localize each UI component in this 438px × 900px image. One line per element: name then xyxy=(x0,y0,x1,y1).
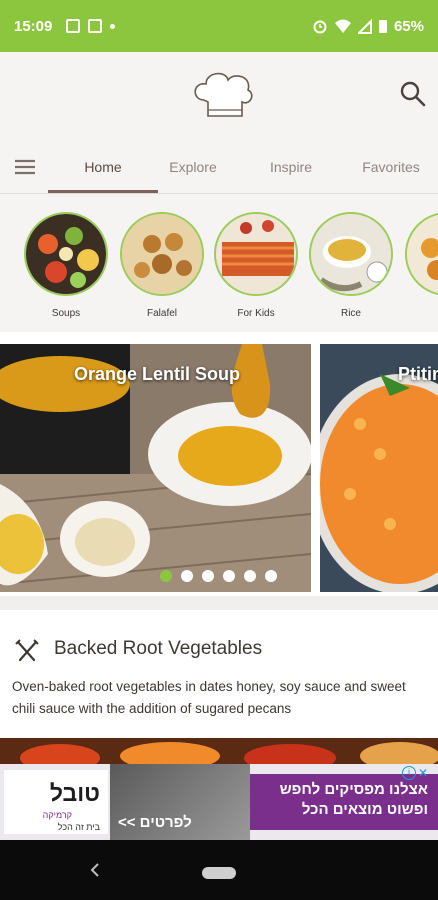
category-sp[interactable]: Sp xyxy=(405,212,438,319)
notification-icon xyxy=(66,19,81,33)
status-time: 15:09 xyxy=(14,17,53,35)
ad-headline: אצלנו מפסיקים לחפש ופשוט מוצאים הכל xyxy=(250,774,438,830)
slide-title: Ptitin xyxy=(398,364,438,384)
divider xyxy=(0,596,438,610)
recipe-description: Oven-baked root vegetables in dates hone… xyxy=(12,679,406,716)
pagination-dot[interactable] xyxy=(160,570,172,582)
ad-brand: טובל xyxy=(49,780,100,806)
fork-knife-icon xyxy=(15,639,39,662)
category-label: Sp xyxy=(405,308,438,319)
category-rice[interactable]: Rice xyxy=(309,212,393,319)
category-strip: Soups Falafel For Kids Rice xyxy=(0,194,438,332)
tab-active-indicator xyxy=(48,190,158,193)
category-image xyxy=(214,212,298,296)
ad-headline-line1: אצלנו מפסיקים לחפש xyxy=(279,781,428,798)
tab-favorites[interactable]: Favorites xyxy=(346,140,436,194)
ad-close-icon[interactable]: ✕ xyxy=(418,766,434,782)
pagination-dot[interactable] xyxy=(265,570,277,582)
ad-tagline: בית זה הכל xyxy=(57,822,100,832)
carousel-slide[interactable]: Ptitin xyxy=(320,344,438,592)
status-bar: 15:09 65% xyxy=(0,0,438,52)
search-icon[interactable] xyxy=(397,78,429,110)
system-nav-bar xyxy=(0,840,438,900)
category-label: Soups xyxy=(51,308,81,319)
tab-home[interactable]: Home xyxy=(48,140,158,194)
recipe-image[interactable] xyxy=(0,738,438,764)
carousel-slide[interactable]: Orange Lentil Soup xyxy=(0,344,311,592)
category-falafel[interactable]: Falafel xyxy=(120,212,204,319)
featured-carousel[interactable]: Orange Lentil Soup Ptitin xyxy=(0,344,438,596)
recipe-card[interactable]: Backed Root Vegetables Oven-baked root v… xyxy=(0,610,438,738)
wifi-icon xyxy=(334,19,351,33)
ad-banner[interactable]: טובל קרמיקה בית זה הכל לפרטים >> אצלנו מ… xyxy=(0,764,438,840)
category-label: For Kids xyxy=(237,308,275,319)
category-image xyxy=(405,212,438,296)
battery-percent: 65% xyxy=(393,17,424,35)
alarm-icon xyxy=(313,20,327,34)
calendar-icon xyxy=(88,19,103,33)
slide-title: Orange Lentil Soup xyxy=(74,364,241,384)
more-notifications-icon xyxy=(110,23,116,29)
category-soups[interactable]: Soups xyxy=(24,212,108,319)
pagination-dot[interactable] xyxy=(181,570,193,582)
category-label: Rice xyxy=(340,308,361,319)
category-image xyxy=(120,212,204,296)
recipe-title[interactable]: Backed Root Vegetables xyxy=(54,638,262,660)
tab-explore[interactable]: Explore xyxy=(148,140,238,194)
chef-hat-icon xyxy=(194,72,253,117)
pagination-dot[interactable] xyxy=(244,570,256,582)
ad-info-icon[interactable]: i xyxy=(402,766,416,780)
home-pill[interactable] xyxy=(202,867,236,879)
ad-headline-line2: ופשוט מוצאים הכל xyxy=(301,801,428,818)
app-header xyxy=(0,52,438,140)
category-label: Falafel xyxy=(146,308,177,319)
pagination-dot[interactable] xyxy=(223,570,235,582)
back-icon[interactable] xyxy=(86,860,104,880)
carousel-pagination xyxy=(160,570,277,582)
category-image xyxy=(24,212,108,296)
battery-icon xyxy=(378,20,387,33)
ad-brand-sub: קרמיקה xyxy=(42,810,72,820)
signal-icon xyxy=(357,18,372,34)
ad-cta[interactable]: לפרטים >> xyxy=(118,814,192,831)
pagination-dot[interactable] xyxy=(202,570,214,582)
tab-bar: Home Explore Inspire Favorites xyxy=(0,140,438,194)
category-image xyxy=(309,212,393,296)
tab-inspire[interactable]: Inspire xyxy=(246,140,336,194)
ad-logo: טובל קרמיקה בית זה הכל xyxy=(4,770,108,834)
category-for-kids[interactable]: For Kids xyxy=(214,212,298,319)
menu-icon[interactable] xyxy=(12,154,38,180)
